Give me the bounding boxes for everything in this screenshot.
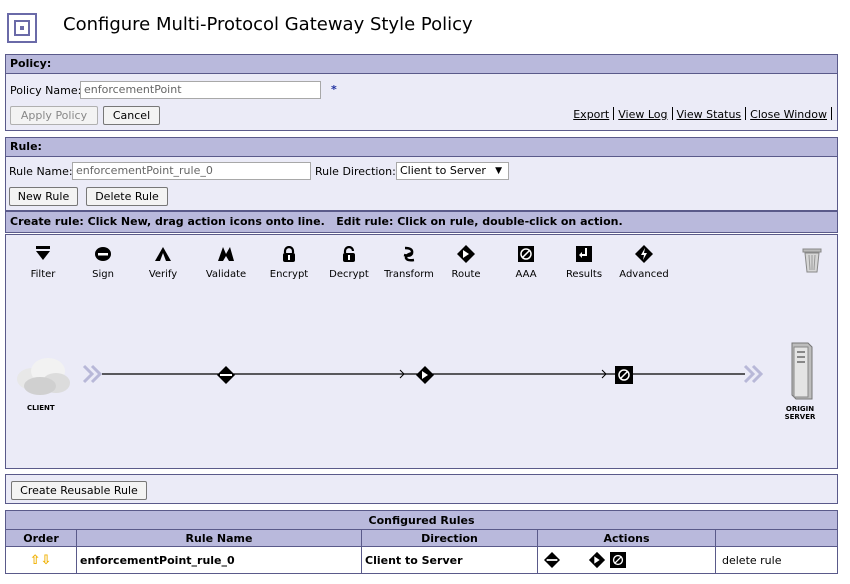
route-icon [457,245,475,263]
rule-name-cell[interactable]: enforcementPoint_rule_0 [76,546,362,574]
table-row[interactable]: ⇧⇩ enforcementPoint_rule_0 Client to Ser… [5,546,838,574]
line-action-aaa[interactable] [615,366,633,384]
policy-name-input[interactable]: enforcementPoint [80,81,321,99]
policy-links: Export View Log View Status Close Window [573,107,836,121]
policy-name-label: Policy Name: [10,84,82,97]
palette-advanced[interactable]: Advanced [616,243,672,280]
transform-icon [403,246,415,262]
palette-validate[interactable]: Validate [198,243,254,280]
rule-direction-label: Rule Direction: [315,165,396,178]
rule-name-label: Rule Name: [9,165,73,178]
rule-name-input[interactable]: enforcementPoint_rule_0 [72,162,311,180]
palette-label: Sign [92,269,114,280]
export-link[interactable]: Export [573,108,609,121]
line-action-match[interactable] [217,366,235,384]
palette-label: Verify [148,269,178,280]
advanced-icon [635,245,653,263]
palette-sign[interactable]: Sign [78,243,128,280]
configured-rules-table: Configured Rules Order Rule Name Directi… [5,510,838,574]
configured-rules-caption: Configured Rules [5,510,838,530]
route-action-icon[interactable] [588,551,606,569]
palette-route[interactable]: Route [441,243,491,280]
app-logo [7,13,37,43]
palette-label: AAA [515,269,537,280]
rule-direction-value: Client to Server [400,164,486,177]
client-cloud-icon [17,358,70,395]
direction-cell: Client to Server [361,546,538,574]
move-down-icon[interactable]: ⇩ [41,553,52,568]
palette-results[interactable]: Results [559,243,609,280]
order-cell: ⇧⇩ [5,546,77,574]
palette-label: Route [451,269,481,280]
verify-icon [155,247,171,261]
new-rule-button[interactable]: New Rule [9,187,78,206]
rule-header: Rule: [6,138,837,157]
server-label-line2: SERVER [784,413,816,421]
move-up-icon[interactable]: ⇧ [30,553,41,568]
col-direction: Direction [361,529,538,547]
policy-header: Policy: [6,55,837,74]
sign-icon [95,247,111,261]
palette-transform[interactable]: Transform [376,243,442,280]
palette-label: Encrypt [269,269,309,280]
aaa-action-icon[interactable] [609,552,626,568]
server-label: ORIGIN SERVER [778,405,822,421]
palette-label: Decrypt [329,269,369,280]
delete-rule-button[interactable]: Delete Rule [86,187,168,206]
filter-icon [36,246,50,260]
cancel-button[interactable]: Cancel [103,106,160,125]
actions-cell [537,546,716,574]
match-action-icon[interactable] [544,552,560,568]
palette-label: Transform [384,269,434,280]
instructions-bar: Create rule: Click New, drag action icon… [5,211,838,233]
palette-encrypt[interactable]: Encrypt [261,243,317,280]
validate-icon [218,247,234,261]
aaa-icon [518,246,534,262]
palette-label: Validate [205,269,247,280]
delete-rule-link[interactable]: delete rule [715,546,838,574]
palette-filter[interactable]: Filter [18,243,68,280]
line-action-route[interactable] [415,365,435,385]
results-icon [576,246,592,262]
server-label-line1: ORIGIN [785,405,815,413]
col-delete [715,529,838,547]
col-rule-name: Rule Name [76,529,362,547]
view-log-link[interactable]: View Log [618,108,667,121]
client-label: CLIENT [27,404,55,412]
palette-label: Advanced [619,269,669,280]
col-actions: Actions [537,529,716,547]
rule-canvas[interactable]: Filter Sign Verify Validate Encrypt Decr… [5,234,838,469]
palette-label: Results [565,269,603,280]
palette-decrypt[interactable]: Decrypt [321,243,377,280]
trash-icon[interactable] [802,247,822,273]
palette-label: Filter [30,269,56,280]
page-title: Configure Multi-Protocol Gateway Style P… [63,14,473,35]
chevron-down-icon: ▼ [495,166,502,176]
origin-server-icon [791,342,813,400]
palette-verify[interactable]: Verify [138,243,188,280]
col-order: Order [5,529,77,547]
instructions-text: Create rule: Click New, drag action icon… [10,215,623,228]
palette-aaa[interactable]: AAA [501,243,551,280]
create-reusable-rule-button[interactable]: Create Reusable Rule [11,481,147,500]
view-status-link[interactable]: View Status [677,108,742,121]
close-window-link[interactable]: Close Window [750,108,827,121]
apply-policy-button[interactable]: Apply Policy [10,106,98,125]
rule-direction-select[interactable]: Client to Server ▼ [396,162,509,180]
required-mark: * [331,83,337,96]
decrypt-icon [343,245,355,262]
encrypt-icon [283,245,295,262]
